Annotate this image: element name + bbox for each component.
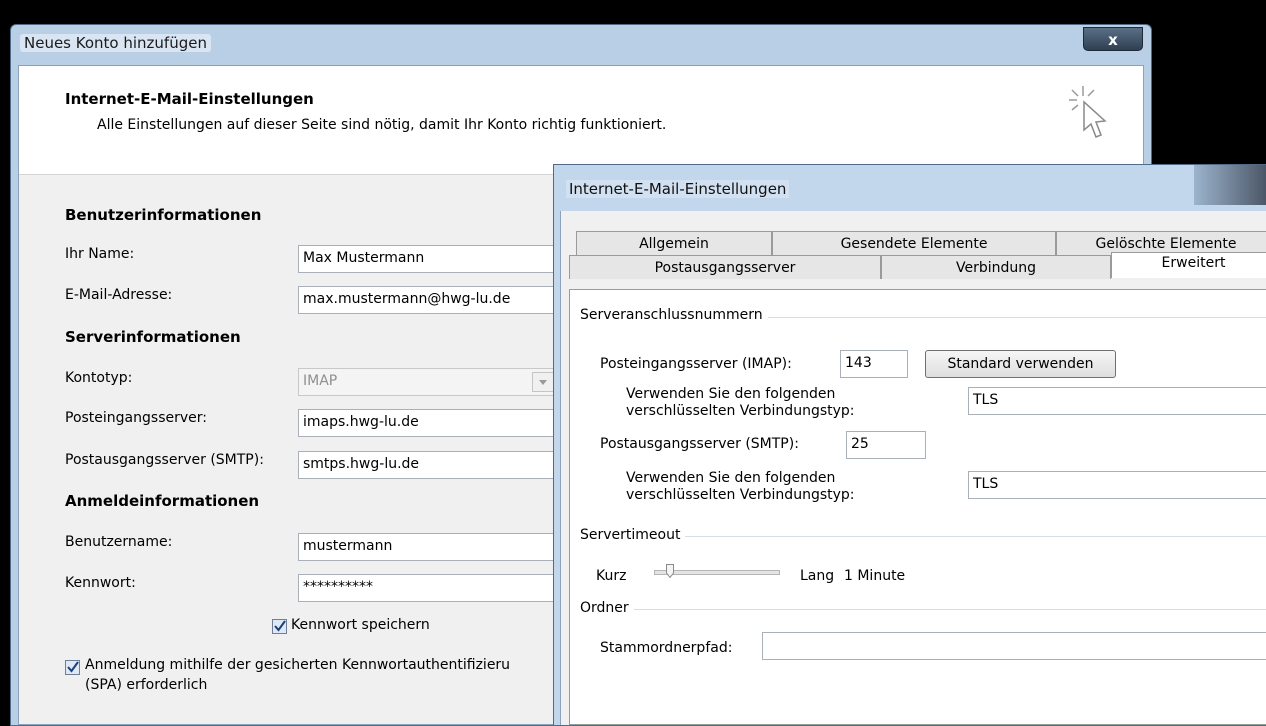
outgoing-encryption-label-line1: Verwenden Sie den folgenden [626,470,836,486]
page-title: Internet-E-Mail-Einstellungen [65,90,314,108]
account-type-label: Kontotyp: [65,370,133,386]
spa-label-line2: (SPA) erforderlich [85,677,208,693]
tab-sent-items[interactable]: Gesendete Elemente [772,231,1056,255]
close-button[interactable]: x [1083,27,1143,51]
chevron-down-icon [532,372,554,392]
incoming-encryption-label-line2: verschlüsselten Verbindungstyp: [626,403,855,419]
incoming-port-input[interactable]: 143 [840,350,908,378]
dialog-title[interactable]: Internet-E-Mail-Einstellungen [566,180,790,198]
incoming-encryption-select[interactable]: TLS [968,387,1266,415]
account-type-select: IMAP [298,368,558,396]
outgoing-server-input[interactable]: smtps.hwg-lu.de [298,451,558,479]
timeout-value: 1 Minute [844,568,906,584]
incoming-encryption-label-line1: Verwenden Sie den folgenden [626,386,836,402]
email-label: E-Mail-Adresse: [65,287,173,303]
checkmark-icon [274,620,286,632]
page-header: Internet-E-Mail-Einstellungen Alle Einst… [19,66,1143,175]
outgoing-encryption-label-line2: verschlüsselten Verbindungstyp: [626,487,855,503]
section-user: Benutzerinformationen [65,206,262,224]
section-login: Anmeldeinformationen [65,492,260,510]
checkmark-icon [67,661,79,673]
section-server: Serverinformationen [65,328,241,346]
timeout-short-label: Kurz [596,568,627,584]
tab-outgoing-server[interactable]: Postausgangsserver [569,255,881,279]
root-path-label: Stammordnerpfad: [600,640,733,656]
password-label: Kennwort: [65,575,136,591]
dialog-client: Allgemein Gesendete Elemente Gelöschte E… [560,211,1266,725]
title-bar-shade [1194,165,1266,205]
outgoing-encryption-select[interactable]: TLS [968,471,1266,499]
save-password-label: Kennwort speichern [291,617,430,633]
internet-email-settings-dialog: Internet-E-Mail-Einstellungen Allgemein … [553,164,1266,726]
save-password-checkbox[interactable] [272,619,287,634]
password-input[interactable]: ********** [298,574,558,602]
cursor-icon [1069,86,1107,138]
username-label: Benutzername: [65,534,173,550]
spa-checkbox[interactable] [65,660,80,675]
slider-thumb[interactable] [666,564,674,578]
tab-advanced[interactable]: Erweitert [1111,252,1266,278]
account-type-value: IMAP [303,373,338,389]
outgoing-port-label: Postausgangsserver (SMTP): [600,436,799,452]
outgoing-server-label: Postausgangsserver (SMTP): [65,452,264,468]
folders-group-label: Ordner [580,600,634,616]
incoming-server-label: Posteingangsserver: [65,410,207,426]
username-input[interactable]: mustermann [298,533,558,561]
spa-label-line1: Anmeldung mithilfe der gesicherten Kennw… [85,657,511,673]
use-default-button[interactable]: Standard verwenden [925,350,1116,378]
incoming-port-label: Posteingangsserver (IMAP): [600,356,792,372]
timeout-slider[interactable] [654,562,780,582]
window-title: Neues Konto hinzufügen [20,34,211,52]
group-divider [580,609,1266,610]
advanced-tab-panel: Serveranschlussnummern Posteingangsserve… [569,289,1266,725]
name-input[interactable]: Max Mustermann [298,245,558,273]
root-path-input[interactable] [762,632,1266,660]
timeout-group-label: Servertimeout [580,527,686,543]
title-bar[interactable]: Neues Konto hinzufügen x [11,25,1151,59]
incoming-server-input[interactable]: imaps.hwg-lu.de [298,409,558,437]
outgoing-port-input[interactable]: 25 [846,431,926,459]
ports-group-label: Serveranschlussnummern [580,307,768,323]
email-input[interactable]: max.mustermann@hwg-lu.de [298,286,558,314]
page-subtitle: Alle Einstellungen auf dieser Seite sind… [97,117,667,133]
tab-general[interactable]: Allgemein [576,231,772,255]
name-label: Ihr Name: [65,246,135,262]
tab-connection[interactable]: Verbindung [881,255,1111,279]
timeout-long-label: Lang [800,568,835,584]
